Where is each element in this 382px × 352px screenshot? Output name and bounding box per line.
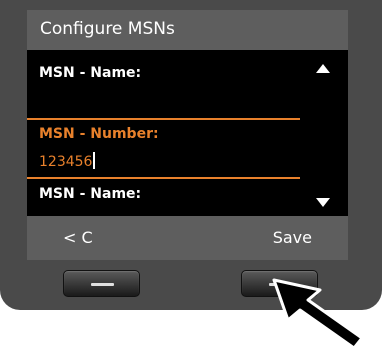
softkey-save[interactable]: Save (273, 228, 312, 247)
phone-device: Configure MSNs MSN - Name: MSN - Number:… (0, 0, 382, 310)
msn-name-label: MSN - Name: (39, 65, 142, 81)
text-cursor (93, 152, 96, 169)
left-hardware-key[interactable] (63, 270, 140, 297)
key-dash-icon (91, 283, 114, 286)
msn-number-label: MSN - Number: (39, 126, 159, 142)
field-top-border (27, 118, 300, 120)
msn-name-label-next: MSN - Name: (39, 186, 142, 202)
msn-number-value: 123456 (39, 154, 93, 170)
page-title: Configure MSNs (40, 19, 175, 39)
msn-number-field[interactable]: 123456 (39, 152, 96, 170)
title-bar: Configure MSNs (27, 10, 348, 50)
pointer-arrow-icon (272, 278, 364, 350)
scroll-down-icon (316, 198, 330, 207)
scroll-up-icon (316, 64, 330, 73)
display-screen: MSN - Name: MSN - Number: 123456 MSN - N… (27, 50, 348, 216)
field-bottom-border (27, 177, 300, 179)
softkey-back-clear[interactable]: < C (63, 228, 93, 247)
softkey-bar: < C Save (27, 216, 348, 260)
